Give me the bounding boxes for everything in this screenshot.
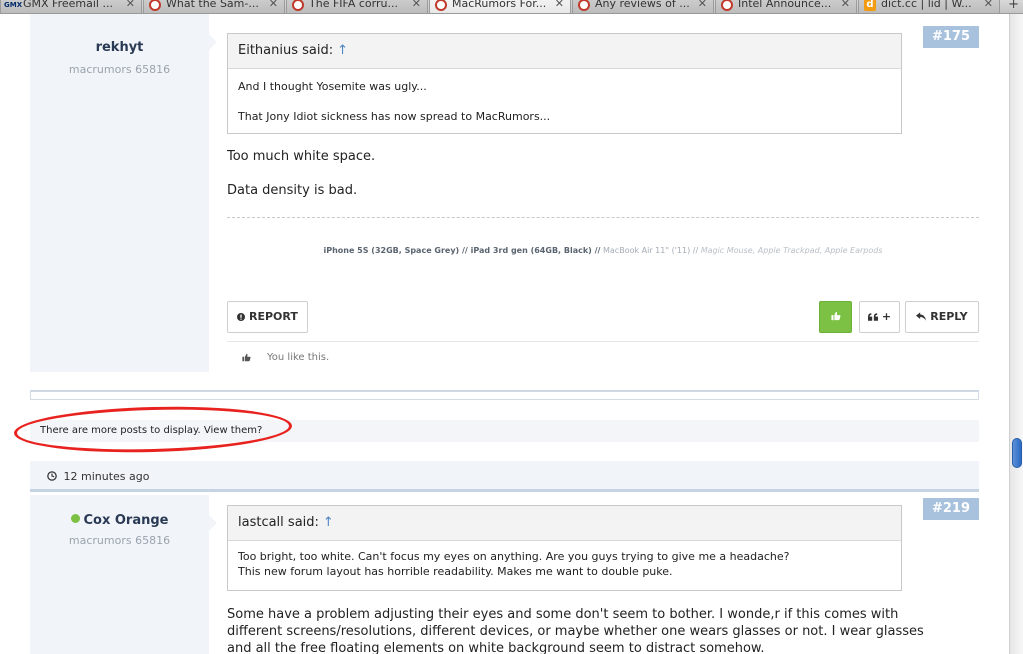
signature-devices: iPhone 5S (32GB, Space Grey) // iPad 3rd… [323,246,601,255]
online-status-icon [70,514,80,523]
browser-tab-gmx[interactable]: GMX GMX Freemail ... ✕ [0,0,142,13]
browser-tab-strip: GMX GMX Freemail ... ✕ What the Sam-... … [0,0,1023,14]
browser-tab-dictcc[interactable]: d dict.cc | lid | W... ✕ [858,0,1000,13]
tab-title: What the Sam-... [166,0,259,10]
message-line: different screens/resolutions, different… [227,624,924,639]
signature-accessories: Magic Mouse, Apple Trackpad, Apple Earpo… [700,246,883,255]
signature-separator [227,217,979,218]
quote-body: Too bright, too white. Can't focus my ey… [228,541,901,587]
red-annotation-circle [13,403,293,456]
post-number[interactable]: #219 [923,498,979,520]
quote-icon [867,313,878,321]
tab-title: Intel Announce... [738,0,832,10]
reply-label: REPLY [930,310,968,323]
browser-tab-intel[interactable]: Intel Announce... ✕ [715,0,857,13]
post-number[interactable]: #175 [923,26,979,48]
browser-tab-macrumors-active[interactable]: MacRumors For... ✕ [429,0,571,13]
alert-icon [237,313,246,321]
new-tab-button[interactable]: + [1008,0,1019,12]
quote-line: This new forum layout has horrible reada… [238,565,673,578]
tab-title: The FIFA corru... [309,0,398,10]
tab-title: dict.cc | lid | W... [881,0,972,10]
gmx-icon: GMX [4,1,23,9]
browser-tab-samsung[interactable]: What the Sam-... ✕ [143,0,285,13]
quote-author: lastcall said: [238,515,319,530]
report-button[interactable]: REPORT [227,301,308,333]
signature-macbook: MacBook Air 11" ('11) // [603,246,699,255]
reply-icon [916,312,927,321]
clock-icon [47,471,57,481]
post-user-column: rekhyt macrumors 65816 [30,14,217,372]
quote-author: Eithanius said: [238,43,334,58]
quote-jump-arrow-icon[interactable]: ↑ [323,515,334,530]
quote-line: Too bright, too white. Can't focus my ey… [238,550,790,563]
macrumors-icon [578,0,590,11]
tab-title: GMX Freemail ... [23,0,113,10]
likes-text: You like this. [267,352,330,363]
scrollbar-thumb[interactable] [1012,438,1022,468]
quote-header: Eithanius said: ↑ [228,34,901,69]
thread-divider [30,390,979,400]
user-title: macrumors 65816 [68,63,171,76]
message-line: Some have a problem adjusting their eyes… [227,607,899,622]
tab-title: Any reviews of ... [595,0,690,10]
quote-block: Eithanius said: ↑ And I thought Yosemite … [227,33,902,134]
page-scrollbar[interactable] [1009,14,1023,654]
message-line: Data density is bad. [227,183,358,198]
signature: iPhone 5S (32GB, Space Grey) // iPad 3rd… [227,246,979,255]
report-label: REPORT [248,310,298,323]
post-time: 12 minutes ago [63,470,150,483]
username-text: Cox Orange [83,513,169,528]
macrumors-icon [292,0,304,11]
close-icon[interactable]: ✕ [698,0,707,11]
browser-tab-fifa[interactable]: The FIFA corru... ✕ [286,0,428,13]
close-icon[interactable]: ✕ [555,0,564,11]
post-219: Cox Orange macrumors 65816 #219 lastcall… [30,495,979,654]
thumbs-up-icon [830,311,840,321]
quote-plus-label: + [881,310,892,323]
reply-button[interactable]: REPLY [905,301,979,333]
like-button[interactable] [819,301,852,333]
likes-summary: You like this. [227,341,979,372]
macrumors-icon [149,0,161,11]
post-175: rekhyt macrumors 65816 #175 Eithanius sa… [30,14,979,372]
user-title: macrumors 65816 [68,534,171,547]
quote-line: That Jony Idiot sickness has now spread … [238,110,551,123]
username[interactable]: rekhyt [30,40,209,55]
close-icon[interactable]: ✕ [412,0,421,11]
message-body: Some have a problem adjusting their eyes… [227,606,927,654]
quote-body: And I thought Yosemite was ugly... That … [228,69,901,132]
quote-button[interactable]: + [859,301,900,333]
macrumors-icon [435,0,447,11]
message-line: Too much white space. [227,149,376,164]
browser-tab-reviews[interactable]: Any reviews of ... ✕ [572,0,714,13]
quote-block: lastcall said: ↑ Too bright, too white. C… [227,505,902,591]
close-icon[interactable]: ✕ [269,0,278,11]
post-user-column: Cox Orange macrumors 65816 [30,495,217,654]
quote-header: lastcall said: ↑ [228,506,901,541]
thumbs-up-icon [242,353,251,362]
tab-title: MacRumors For... [452,0,547,10]
time-bar: 12 minutes ago [30,461,979,492]
message-line: and all the free floating elements on wh… [227,641,765,654]
username[interactable]: Cox Orange [30,513,209,528]
quote-line: And I thought Yosemite was ugly... [238,80,427,93]
close-icon[interactable]: ✕ [126,0,135,11]
quote-jump-arrow-icon[interactable]: ↑ [337,43,348,58]
dictcc-icon: d [864,0,876,11]
macrumors-icon [721,0,733,11]
close-icon[interactable]: ✕ [984,0,993,11]
close-icon[interactable]: ✕ [841,0,850,11]
